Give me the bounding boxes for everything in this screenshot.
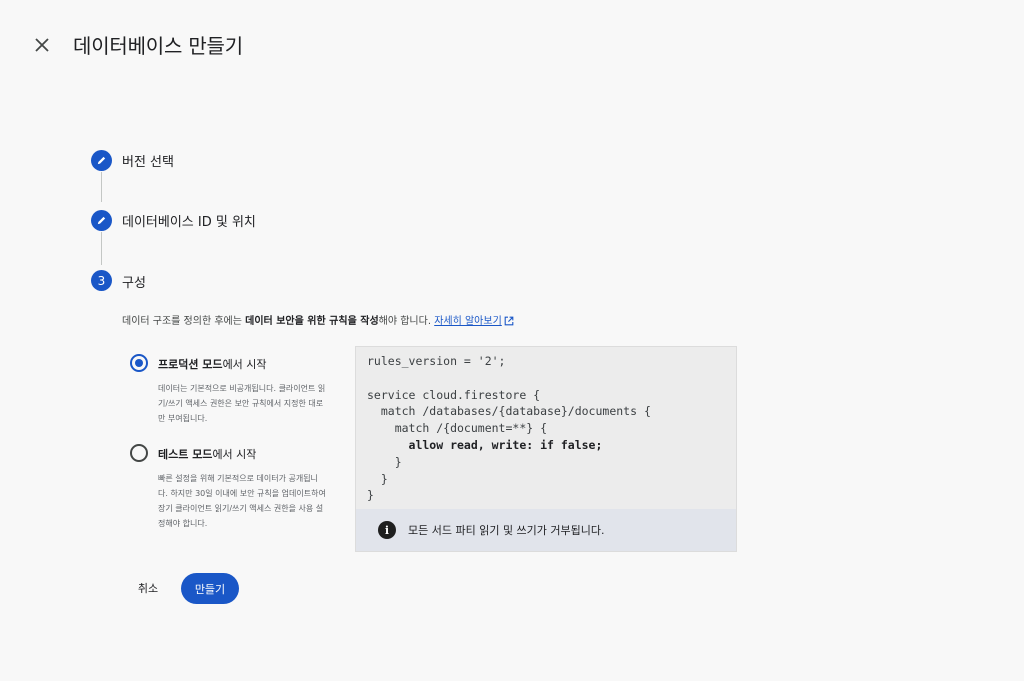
rules-code: rules_version = '2'; service cloud.fires… bbox=[367, 353, 651, 504]
close-button[interactable] bbox=[30, 33, 54, 57]
stepper-connector bbox=[101, 172, 102, 202]
learn-more-link[interactable]: 자세히 알아보기 bbox=[434, 316, 502, 327]
code-line: match /databases/{database}/documents { bbox=[367, 404, 651, 419]
step-1-label[interactable]: 버전 선택 bbox=[122, 151, 174, 170]
test-mode-title-bold: 테스트 모드 bbox=[158, 448, 213, 461]
close-icon bbox=[35, 38, 49, 52]
rules-notice: i 모든 서드 파티 읽기 및 쓰기가 거부됩니다. bbox=[356, 509, 736, 551]
test-mode-title-rest: 에서 시작 bbox=[212, 448, 257, 461]
code-line: allow read, write: if false; bbox=[367, 437, 603, 452]
pencil-icon bbox=[97, 216, 106, 225]
production-mode-description: 데이터는 기본적으로 비공개됩니다. 클라이언트 읽기/쓰기 액세스 권한은 보… bbox=[158, 384, 326, 423]
stepper-connector bbox=[101, 232, 102, 265]
test-mode-description: 빠른 설정을 위해 기본적으로 데이터가 공개됩니다. 하지만 30일 이내에 … bbox=[158, 474, 326, 528]
rules-notice-text: 모든 서드 파티 읽기 및 쓰기가 거부됩니다. bbox=[408, 524, 605, 537]
step-1-edit-button[interactable] bbox=[91, 150, 112, 171]
code-line: service cloud.firestore { bbox=[367, 387, 541, 402]
production-mode-title-rest: 에서 시작 bbox=[222, 358, 267, 371]
production-mode-title-bold: 프로덕션 모드 bbox=[158, 358, 223, 371]
open-in-new-icon bbox=[504, 316, 514, 326]
info-icon: i bbox=[378, 521, 396, 539]
code-line: } bbox=[367, 454, 402, 469]
rules-preview-panel: rules_version = '2'; service cloud.fires… bbox=[355, 346, 737, 552]
test-mode-radio[interactable] bbox=[130, 444, 148, 462]
intro-text-pre: 데이터 구조를 정의한 후에는 bbox=[122, 316, 246, 327]
test-mode-label[interactable]: 테스트 모드에서 시작 bbox=[158, 446, 256, 462]
code-line: rules_version = '2'; bbox=[367, 354, 506, 368]
create-button[interactable]: 만들기 bbox=[181, 573, 239, 604]
step-2-label[interactable]: 데이터베이스 ID 및 위치 bbox=[122, 211, 256, 230]
production-mode-radio[interactable] bbox=[130, 354, 148, 372]
production-mode-label[interactable]: 프로덕션 모드에서 시작 bbox=[158, 356, 267, 372]
cancel-button[interactable]: 취소 bbox=[126, 572, 170, 604]
code-line: match /{document=**} { bbox=[367, 421, 548, 436]
step-3-label: 구성 bbox=[122, 276, 146, 291]
code-line: } bbox=[367, 488, 374, 503]
pencil-icon bbox=[97, 156, 106, 165]
intro-text-post: 해야 합니다. bbox=[378, 316, 435, 327]
page-title: 데이터베이스 만들기 bbox=[73, 34, 243, 58]
code-line: } bbox=[367, 471, 388, 486]
intro-text-bold: 데이터 보안을 위한 규칙을 작성 bbox=[245, 316, 379, 327]
step-2-edit-button[interactable] bbox=[91, 210, 112, 231]
step-3-number: 3 bbox=[91, 270, 112, 291]
config-intro: 데이터 구조를 정의한 후에는 데이터 보안을 위한 규칙을 작성해야 합니다.… bbox=[122, 312, 514, 327]
